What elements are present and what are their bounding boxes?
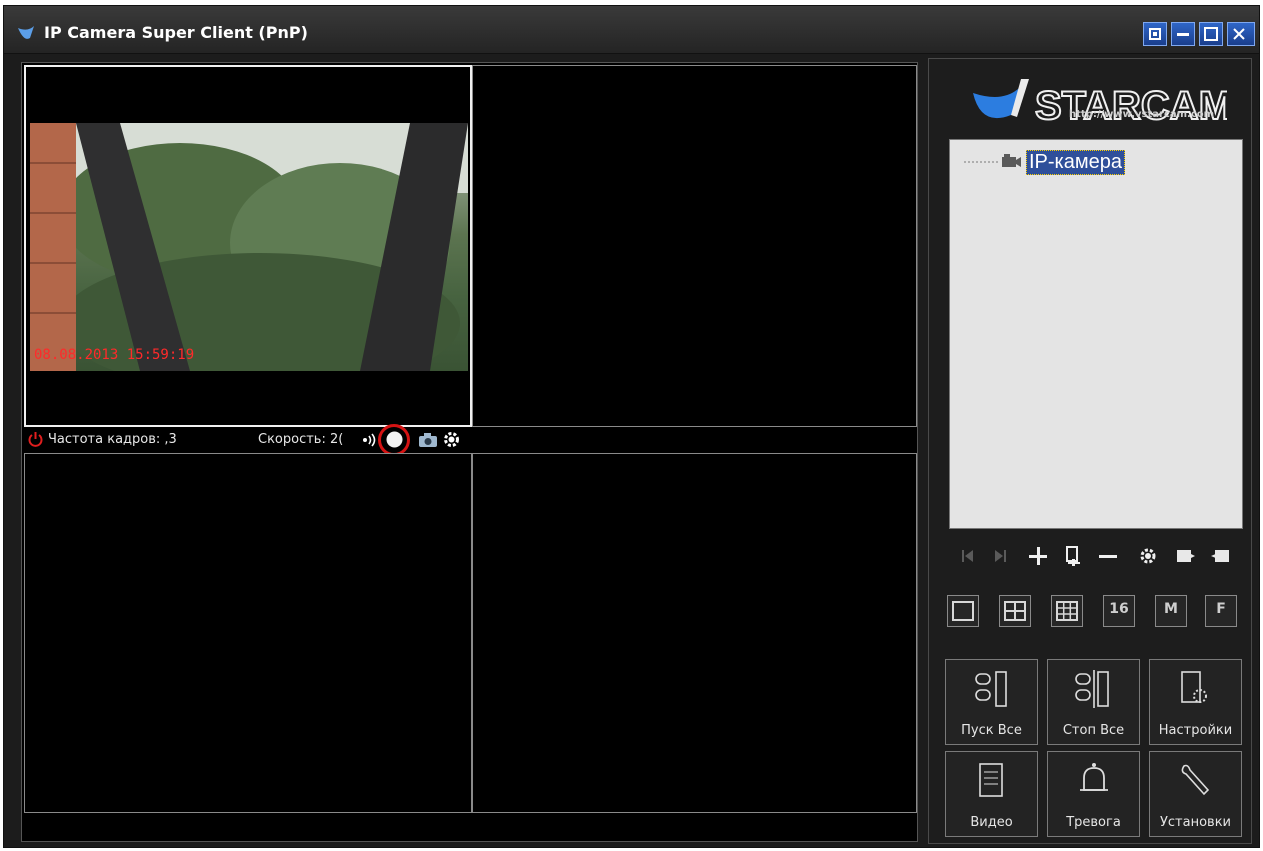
title-bar[interactable]: IP Camera Super Client (PnP) (4, 6, 1259, 54)
brand-url: http://www.vstarcam.com (1069, 109, 1215, 120)
control-sidebar: STARCAM http://www.vstarcam.com IP-камер… (928, 58, 1252, 844)
layout-m-button[interactable]: M (1155, 595, 1187, 627)
vstarcam-logo: STARCAM (973, 79, 1227, 129)
add-device-icon[interactable] (1063, 545, 1085, 567)
camera-icon (1002, 154, 1021, 167)
layout-f-label: F (1216, 601, 1226, 617)
window-title: IP Camera Super Client (PnP) (44, 23, 308, 42)
speed-text: Скорость: 2( (258, 432, 344, 447)
close-icon (1233, 28, 1245, 40)
setup-label: Установки (1159, 815, 1232, 830)
layout-quad-icon (1004, 601, 1026, 621)
minimize-icon (1177, 33, 1189, 36)
camera-feed[interactable]: 08.08.2013 15:59:19 (30, 123, 468, 371)
setup-button[interactable]: Установки (1149, 751, 1242, 837)
alarm-button[interactable]: Тревога (1047, 751, 1140, 837)
layout-4-button[interactable] (999, 595, 1031, 627)
svg-text:STARCAM: STARCAM (1035, 84, 1227, 128)
stop-all-label: Стоп Все (1062, 723, 1125, 738)
snapshot-icon[interactable] (418, 432, 438, 448)
config-icon (1181, 671, 1207, 703)
layout-nine-icon (1056, 601, 1078, 621)
restore-button[interactable] (1143, 22, 1167, 46)
device-tree[interactable]: IP-камера (949, 139, 1243, 529)
tree-connector (964, 161, 998, 163)
alarm-label: Тревога (1066, 815, 1121, 830)
export-icon[interactable] (1175, 545, 1197, 567)
video-cell-3[interactable] (24, 453, 472, 813)
app-window: IP Camera Super Client (PnP) 08.08.2013 … (3, 5, 1260, 848)
layout-1-button[interactable] (947, 595, 979, 627)
add-icon[interactable] (1027, 545, 1049, 567)
start-all-button[interactable]: Пуск Все (945, 659, 1038, 745)
video-cell-1[interactable]: 08.08.2013 15:59:19 (24, 65, 472, 427)
close-button[interactable] (1227, 22, 1255, 46)
bell-icon (1080, 763, 1108, 791)
layout-f-button[interactable]: F (1205, 595, 1237, 627)
minimize-button[interactable] (1171, 22, 1195, 46)
wrench-icon (1181, 764, 1210, 796)
feed-image (30, 123, 468, 371)
gear-icon[interactable] (442, 430, 461, 449)
start-all-icon (975, 671, 1007, 707)
video-timestamp: 08.08.2013 15:59:19 (34, 347, 195, 363)
start-all-label: Пуск Все (961, 723, 1022, 738)
stop-all-button[interactable]: Стоп Все (1047, 659, 1140, 745)
power-icon[interactable] (27, 431, 44, 448)
frame-rate-text: Частота кадров: ,3 (48, 432, 177, 447)
next-icon[interactable] (989, 545, 1011, 567)
app-icon (18, 26, 34, 39)
video-button[interactable]: Видео (945, 751, 1038, 837)
restore-icon (1149, 28, 1161, 40)
camera-status-bar: Частота кадров: ,3 Скорость: 2( (22, 424, 917, 456)
video-grid: 08.08.2013 15:59:19 Частота кадров: ,3 С… (21, 62, 918, 842)
layout-9-button[interactable] (1051, 595, 1083, 627)
import-icon[interactable] (1209, 545, 1231, 567)
stop-all-icon (1075, 670, 1109, 708)
video-cell-4[interactable] (472, 453, 917, 813)
prev-icon[interactable] (957, 545, 979, 567)
settings-label: Настройки (1158, 723, 1233, 738)
layout-single-icon (952, 601, 974, 621)
video-file-icon (979, 763, 1003, 797)
settings-icon[interactable] (1137, 545, 1159, 567)
remove-icon[interactable] (1097, 545, 1119, 567)
maximize-icon (1204, 27, 1218, 41)
layout-16-button[interactable]: 16 (1103, 595, 1135, 627)
maximize-button[interactable] (1199, 22, 1223, 46)
record-highlight (378, 424, 410, 456)
layout-16-label: 16 (1109, 601, 1129, 617)
video-label: Видео (970, 815, 1013, 830)
settings-button[interactable]: Настройки (1149, 659, 1242, 745)
video-cell-2[interactable] (472, 65, 917, 427)
audio-icon[interactable] (362, 433, 378, 447)
layout-m-label: M (1164, 601, 1178, 617)
tree-item-label[interactable]: IP-камера (1026, 150, 1125, 175)
